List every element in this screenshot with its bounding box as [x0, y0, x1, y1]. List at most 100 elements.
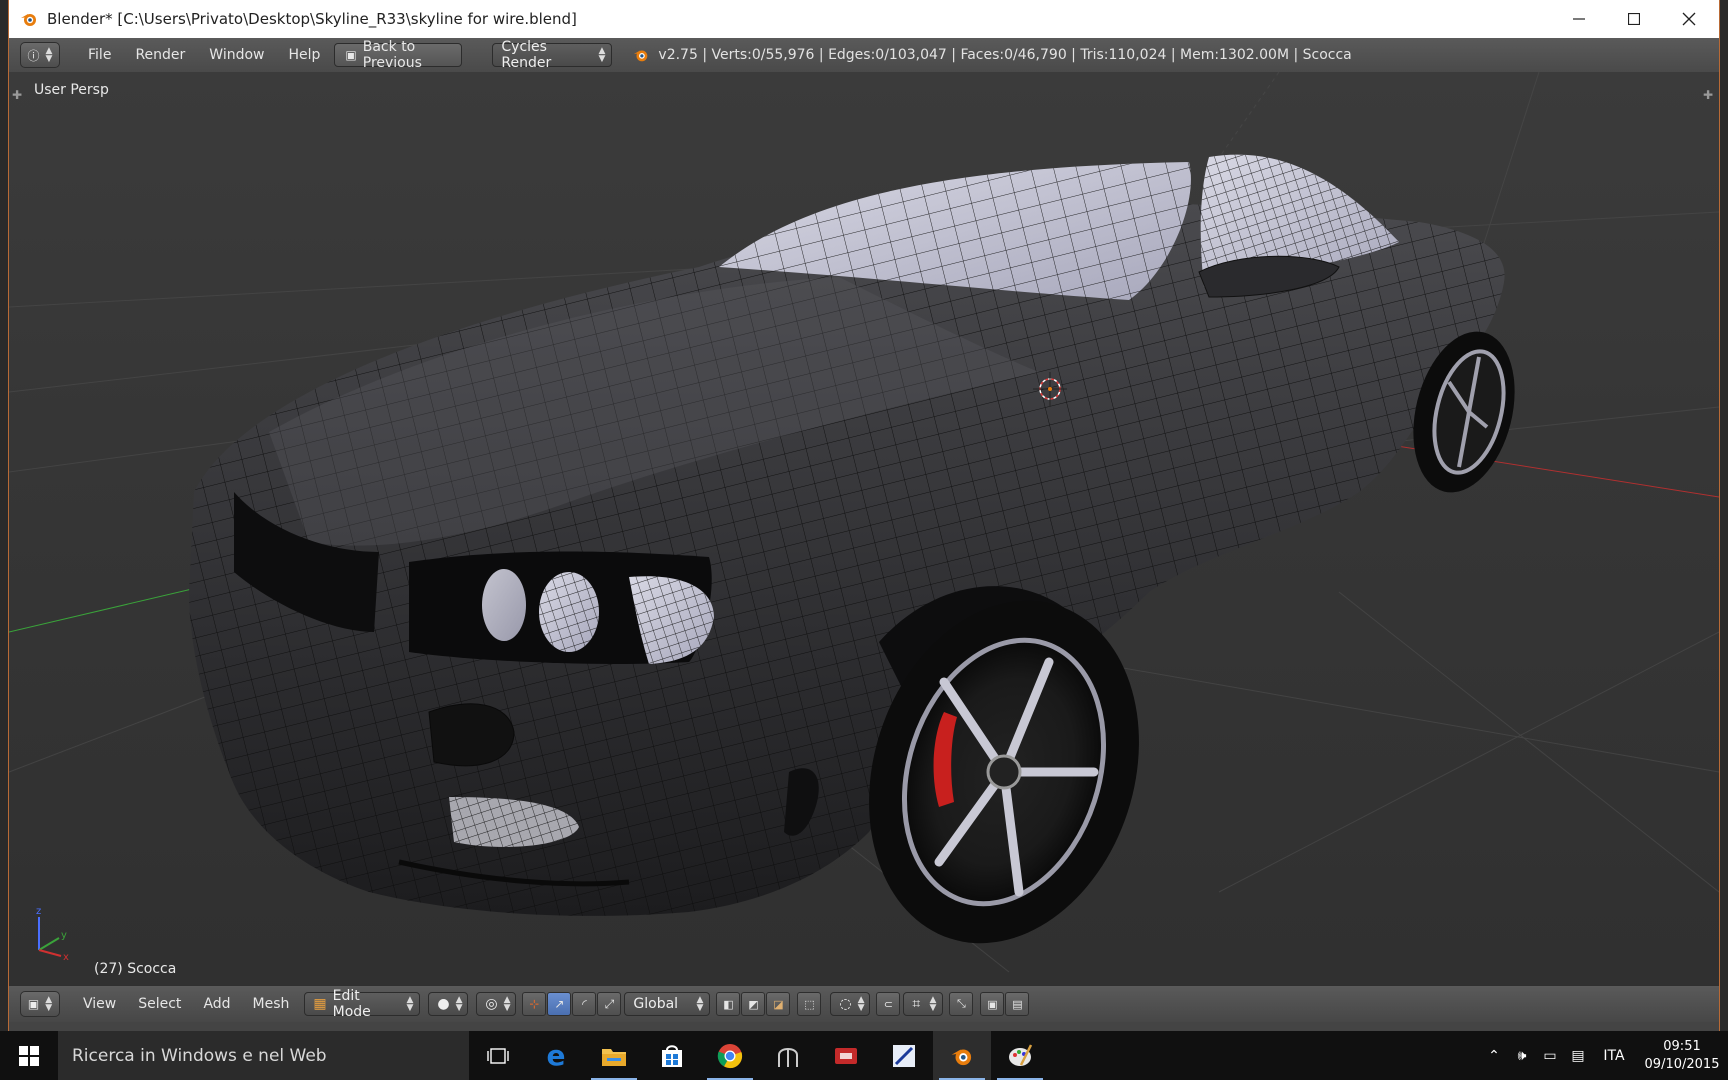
- updown-icon: ▲ ▼: [857, 995, 865, 1013]
- menu-select[interactable]: Select: [127, 996, 192, 1012]
- network-icon: ▭: [1543, 1047, 1557, 1064]
- manipulator-icon: ⊹: [529, 997, 540, 1011]
- snap-element-select[interactable]: ⌗ ▲ ▼: [903, 992, 944, 1016]
- network-button[interactable]: ▭: [1536, 1048, 1564, 1064]
- windows-taskbar: Ricerca in Windows e nel Web e ⌃ 🕪 ▭ ▤ I…: [0, 1031, 1728, 1080]
- menu-file[interactable]: File: [76, 47, 123, 63]
- window-title: Blender* [C:\Users\Privato\Desktop\Skyli…: [47, 10, 577, 28]
- action-center-button[interactable]: ▤: [1564, 1048, 1592, 1064]
- taskbar-app-blue[interactable]: [875, 1031, 933, 1080]
- task-view-icon: [487, 1047, 509, 1064]
- chrome-icon: [717, 1043, 743, 1068]
- info-icon: ⓘ: [27, 48, 40, 63]
- taskbar-clock[interactable]: 09:51 09/10/2015: [1636, 1038, 1728, 1074]
- proportional-edit-icon: ◌: [839, 996, 852, 1012]
- region-toggle-left-icon[interactable]: ✚: [12, 88, 22, 102]
- back-to-previous-button[interactable]: ▣ Back to Previous: [334, 39, 463, 71]
- transform-orientation-select[interactable]: Global ▲ ▼: [624, 992, 711, 1016]
- 3d-viewport[interactable]: z y x ✚ ✚ User Persp (27) Scocca: [9, 72, 1719, 985]
- menu-window[interactable]: Window: [197, 47, 276, 63]
- paint-palette-icon: [1009, 1043, 1033, 1066]
- edge-select-button[interactable]: ◩: [741, 992, 766, 1016]
- menu-help[interactable]: Help: [276, 47, 332, 63]
- scale-manipulator-button[interactable]: ⤢: [597, 992, 622, 1016]
- taskbar-paint[interactable]: [991, 1031, 1049, 1080]
- back-screen-icon: ▣: [345, 48, 357, 62]
- clock-time: 09:51: [1663, 1038, 1701, 1054]
- chevron-up-icon: ⌃: [1488, 1047, 1500, 1064]
- snap-toggle-button[interactable]: ⊂: [876, 992, 901, 1016]
- editor-type-button[interactable]: ⓘ ▲ ▼: [20, 42, 60, 68]
- edge-select-icon: ◩: [748, 997, 759, 1011]
- menu-mesh[interactable]: Mesh: [242, 996, 301, 1012]
- volume-button[interactable]: 🕪: [1508, 1048, 1536, 1064]
- notification-icon: ▤: [1571, 1047, 1585, 1064]
- face-select-button[interactable]: ◪: [766, 992, 791, 1016]
- menu-view[interactable]: View: [72, 996, 127, 1012]
- editor-type-button[interactable]: ▣ ▲ ▼: [20, 991, 60, 1017]
- render-engine-label: Cycles Render: [501, 39, 552, 71]
- gizmo-y-label: y: [61, 930, 67, 941]
- render-image-button[interactable]: ▣: [980, 992, 1005, 1016]
- taskbar-file-explorer[interactable]: [585, 1031, 643, 1080]
- taskbar-edge[interactable]: e: [527, 1031, 585, 1080]
- updown-icon: ▲ ▼: [45, 995, 53, 1013]
- minimize-button[interactable]: [1551, 0, 1606, 38]
- render-animation-button[interactable]: ▤: [1005, 992, 1030, 1016]
- info-header: ⓘ ▲ ▼ File Render Window Help ▣ Back to Pr…: [9, 38, 1719, 73]
- windows-logo-icon: [19, 1045, 39, 1066]
- view-label: User Persp: [34, 82, 109, 98]
- maximize-button[interactable]: [1606, 0, 1661, 38]
- show-hidden-icons-button[interactable]: ⌃: [1480, 1048, 1508, 1064]
- solid-shading-icon: ●: [437, 996, 450, 1012]
- mode-select[interactable]: ▦ Edit Mode ▲ ▼: [304, 988, 421, 1020]
- translate-manipulator-button[interactable]: ↗: [547, 992, 572, 1016]
- blender-logo-icon: [634, 50, 648, 62]
- gizmo-x-label: x: [63, 952, 69, 963]
- 3d-view-icon: ▣: [27, 997, 40, 1011]
- vertex-select-icon: ◧: [723, 997, 734, 1011]
- viewport-shading-select[interactable]: ● ▲ ▼: [428, 992, 469, 1016]
- store-bag-icon: [662, 1044, 682, 1067]
- camera-icon: ▣: [987, 997, 998, 1011]
- menu-render[interactable]: Render: [123, 47, 197, 63]
- helmet-icon: [778, 1047, 798, 1067]
- taskbar-app-red[interactable]: [817, 1031, 875, 1080]
- taskbar-app-helmet[interactable]: [759, 1031, 817, 1080]
- updown-icon: ▲ ▼: [406, 995, 414, 1013]
- folder-icon: [602, 1048, 626, 1066]
- taskbar-chrome[interactable]: [701, 1031, 759, 1080]
- blender-window: Blender* [C:\Users\Privato\Desktop\Skyli…: [9, 0, 1719, 1031]
- speaker-icon: 🕪: [1517, 1047, 1527, 1064]
- proportional-edit-select[interactable]: ◌ ▲ ▼: [830, 992, 871, 1016]
- opengl-render-icon: ⤡: [957, 997, 966, 1010]
- updown-icon: ▲ ▼: [929, 995, 937, 1013]
- opengl-render-button[interactable]: ⤡: [949, 992, 974, 1016]
- taskbar-task-view[interactable]: [469, 1031, 527, 1080]
- render-engine-select[interactable]: Cycles Render ▲ ▼: [492, 39, 613, 71]
- close-button[interactable]: [1661, 0, 1716, 38]
- input-language[interactable]: ITA: [1592, 1048, 1636, 1064]
- taskbar-blender[interactable]: [933, 1031, 991, 1080]
- taskbar-store[interactable]: [643, 1031, 701, 1080]
- back-to-previous-label: Back to Previous: [362, 39, 422, 71]
- updown-icon: ▲ ▼: [598, 46, 606, 64]
- updown-icon: ▲ ▼: [503, 995, 511, 1013]
- pivot-point-select[interactable]: ◎ ▲ ▼: [476, 992, 517, 1016]
- menu-add[interactable]: Add: [192, 996, 241, 1012]
- pivot-icon: ◎: [485, 996, 498, 1012]
- manipulator-toggle-button[interactable]: ⊹: [522, 992, 547, 1016]
- edit-mode-icon: ▦: [313, 996, 327, 1012]
- region-toggle-right-icon[interactable]: ✚: [1703, 88, 1713, 102]
- updown-icon: ▲ ▼: [455, 995, 463, 1013]
- search-box[interactable]: Ricerca in Windows e nel Web: [58, 1031, 469, 1080]
- car-mesh: [189, 154, 1505, 916]
- start-button[interactable]: [0, 1031, 58, 1080]
- orientation-label: Global: [633, 996, 679, 1012]
- active-object-label: (27) Scocca: [94, 961, 177, 977]
- edge-icon: e: [546, 1039, 566, 1072]
- limit-selection-button[interactable]: ⬚: [797, 992, 822, 1016]
- translate-arrow-icon: ↗: [554, 997, 565, 1011]
- vertex-select-button[interactable]: ◧: [716, 992, 741, 1016]
- rotate-manipulator-button[interactable]: ◜: [572, 992, 597, 1016]
